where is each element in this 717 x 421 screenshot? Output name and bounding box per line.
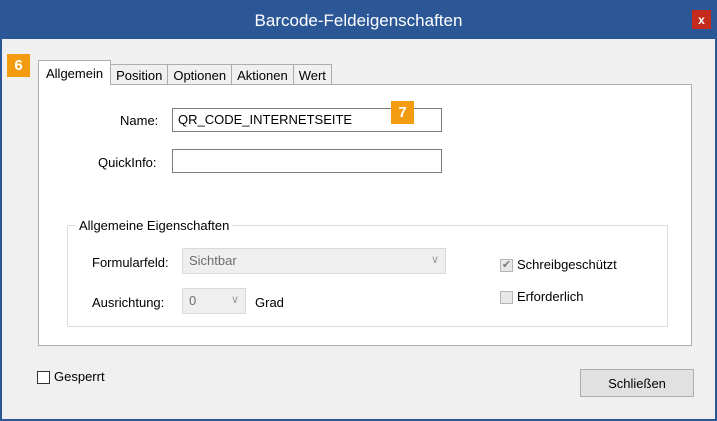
tab-position[interactable]: Position [110,64,169,85]
tab-optionen[interactable]: Optionen [167,64,233,85]
quickinfo-label: QuickInfo: [98,155,157,170]
window-title: Barcode-Feldeigenschaften [254,10,463,30]
orientation-value: 0 [189,293,197,308]
required-label: Erforderlich [517,289,584,304]
readonly-checkbox[interactable]: ✔ [500,259,513,272]
readonly-label: Schreibgeschützt [517,257,617,272]
required-checkbox[interactable] [500,291,513,304]
title-bar[interactable]: Barcode-Feldeigenschaften x [2,2,715,39]
checkmark-icon: ✔ [501,259,512,271]
tab-allgemein[interactable]: Allgemein [38,60,112,85]
form-field-value: Sichtbar [189,253,237,268]
tab-bar: Allgemein Position Optionen Aktionen Wer… [38,60,332,85]
group-title: Allgemeine Eigenschaften [76,218,233,233]
tab-aktionen[interactable]: Aktionen [231,64,294,85]
form-field-label: Formularfeld: [92,255,169,270]
locked-label: Gesperrt [54,369,105,384]
close-window-button[interactable]: x [692,10,711,29]
chevron-down-icon: ∨ [230,294,239,306]
dialog-window: Barcode-Feldeigenschaften x 6 Allgemein … [0,0,717,421]
form-field-select[interactable]: Sichtbar ∨ [182,248,446,274]
tab-wert[interactable]: Wert [292,64,332,85]
locked-checkbox[interactable] [37,371,50,384]
name-label: Name: [120,113,159,128]
marker-badge-name: 7 [391,101,414,124]
orientation-select[interactable]: 0 ∨ [182,288,246,314]
tab-panel-allgemein: Name: QR_CODE_INTERNETSEITE 7 QuickInfo:… [38,84,692,346]
chevron-down-icon: ∨ [430,254,439,266]
orientation-unit: Grad [255,295,284,310]
quickinfo-field[interactable] [172,149,442,173]
close-button[interactable]: Schließen [580,369,694,397]
general-properties-group [67,225,668,327]
marker-badge-tabs: 6 [7,54,30,77]
orientation-label: Ausrichtung: [92,295,165,310]
